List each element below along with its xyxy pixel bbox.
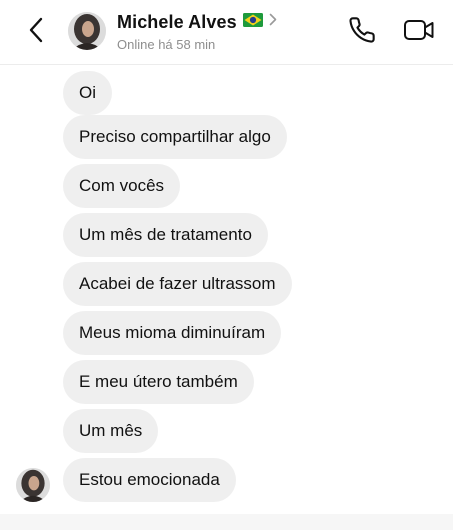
message-bubble[interactable]: Um mês — [63, 409, 159, 453]
back-button[interactable] — [18, 14, 54, 50]
message-bubble[interactable]: Acabei de fazer ultrassom — [63, 262, 292, 306]
chevron-left-icon — [28, 17, 44, 48]
message-bubble[interactable]: Preciso compartilhar algo — [63, 115, 287, 159]
video-call-button[interactable] — [401, 16, 437, 48]
brazil-flag-icon — [242, 12, 263, 32]
online-status: Online há 58 min — [117, 37, 216, 52]
message-bubble[interactable]: Meus mioma diminuíram — [63, 311, 282, 355]
video-camera-icon — [403, 17, 435, 48]
message-bubble[interactable]: Estou emocionada — [63, 458, 236, 502]
contact-info[interactable]: Michele Alves Online há 58 min — [117, 10, 277, 54]
contact-name: Michele Alves — [117, 11, 237, 32]
phone-icon — [348, 16, 376, 49]
call-button[interactable] — [346, 16, 378, 48]
message-bubble[interactable]: Oi — [63, 71, 112, 115]
sender-avatar[interactable] — [16, 468, 50, 502]
chevron-right-icon — [269, 13, 277, 31]
message-bubble[interactable]: Um mês de tratamento — [63, 213, 268, 257]
message-list: Oi Preciso compartilhar algo Com vocês U… — [0, 64, 453, 510]
contact-avatar[interactable] — [68, 12, 106, 50]
message-bubble[interactable]: E meu útero também — [63, 360, 254, 404]
chat-header: Michele Alves Online há 58 min — [0, 0, 453, 65]
composer-bar — [0, 514, 453, 530]
message-bubble[interactable]: Com vocês — [63, 164, 181, 208]
